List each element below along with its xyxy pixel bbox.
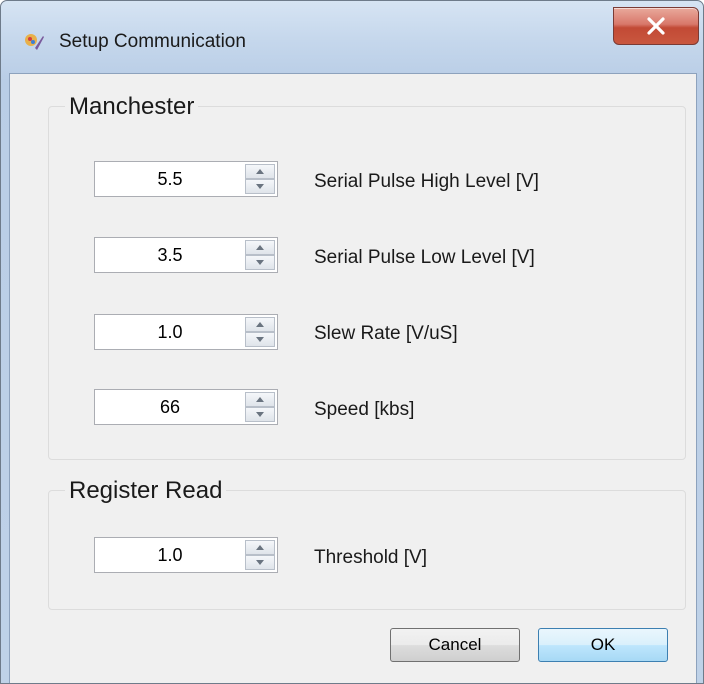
serial-pulse-high-value[interactable]: 5.5 [95, 162, 245, 196]
threshold-label: Threshold [V] [314, 547, 427, 568]
threshold-value[interactable]: 1.0 [95, 538, 245, 572]
chevron-up-icon [256, 322, 264, 327]
increment-button[interactable] [245, 540, 275, 555]
app-icon [23, 31, 45, 53]
speed-value[interactable]: 66 [95, 390, 245, 424]
chevron-down-icon [256, 412, 264, 417]
serial-pulse-low-stepper[interactable]: 3.5 [94, 237, 278, 273]
slew-rate-value[interactable]: 1.0 [95, 315, 245, 349]
stepper-arrows [245, 164, 275, 194]
chevron-down-icon [256, 260, 264, 265]
ok-button[interactable]: OK [538, 628, 668, 662]
cancel-button[interactable]: Cancel [390, 628, 520, 662]
chevron-up-icon [256, 545, 264, 550]
chevron-down-icon [256, 337, 264, 342]
dialog-window: Setup Communication Manchester 5.5 Seria… [0, 0, 704, 684]
serial-pulse-high-stepper[interactable]: 5.5 [94, 161, 278, 197]
speed-label: Speed [kbs] [314, 399, 415, 420]
decrement-button[interactable] [245, 179, 275, 194]
stepper-arrows [245, 317, 275, 347]
stepper-arrows [245, 240, 275, 270]
increment-button[interactable] [245, 317, 275, 332]
threshold-stepper[interactable]: 1.0 [94, 537, 278, 573]
decrement-button[interactable] [245, 332, 275, 347]
dialog-content: Manchester 5.5 Serial Pulse High Level [… [9, 73, 697, 683]
increment-button[interactable] [245, 392, 275, 407]
speed-stepper[interactable]: 66 [94, 389, 278, 425]
serial-pulse-low-value[interactable]: 3.5 [95, 238, 245, 272]
chevron-up-icon [256, 397, 264, 402]
window-title: Setup Communication [59, 31, 246, 52]
register-read-group-label: Register Read [65, 477, 227, 505]
close-icon [647, 17, 665, 35]
decrement-button[interactable] [245, 407, 275, 422]
slew-rate-stepper[interactable]: 1.0 [94, 314, 278, 350]
decrement-button[interactable] [245, 255, 275, 270]
decrement-button[interactable] [245, 555, 275, 570]
chevron-down-icon [256, 184, 264, 189]
chevron-up-icon [256, 169, 264, 174]
chevron-up-icon [256, 245, 264, 250]
chevron-down-icon [256, 560, 264, 565]
slew-rate-label: Slew Rate [V/uS] [314, 323, 458, 344]
close-button[interactable] [613, 7, 699, 45]
stepper-arrows [245, 540, 275, 570]
stepper-arrows [245, 392, 275, 422]
manchester-group-label: Manchester [65, 93, 199, 121]
increment-button[interactable] [245, 240, 275, 255]
title-bar[interactable]: Setup Communication [1, 1, 703, 73]
serial-pulse-high-label: Serial Pulse High Level [V] [314, 171, 539, 192]
serial-pulse-low-label: Serial Pulse Low Level [V] [314, 247, 535, 268]
increment-button[interactable] [245, 164, 275, 179]
